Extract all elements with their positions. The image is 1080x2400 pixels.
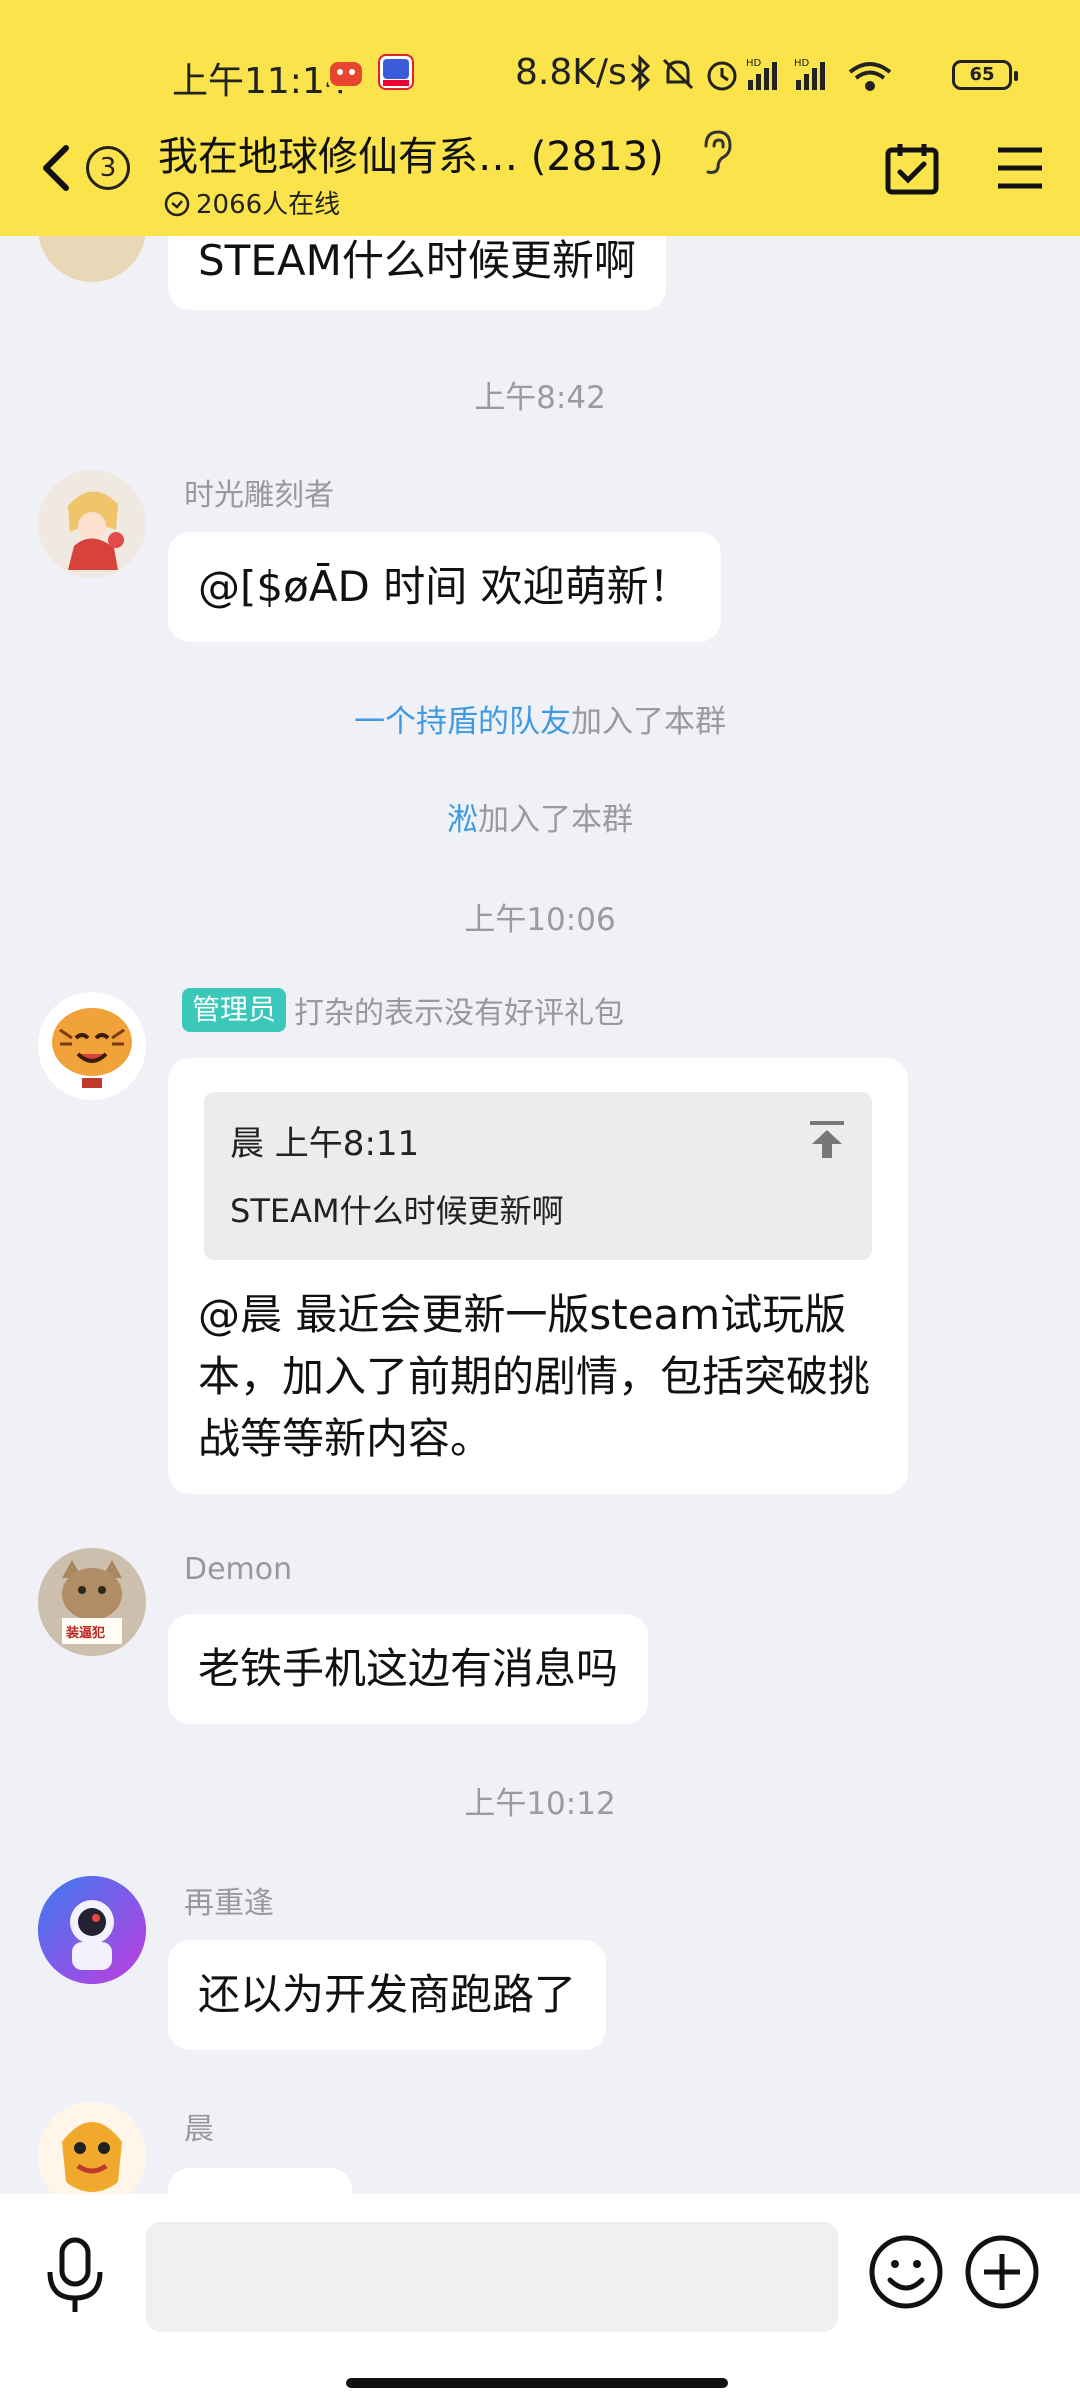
hd-signal-icon: HD (794, 58, 825, 90)
quoted-message[interactable]: 晨 上午8:11 STEAM什么时候更新啊 (204, 1092, 872, 1260)
hd-signal-icon: HD (746, 58, 777, 90)
timestamp: 上午10:06 (464, 902, 616, 938)
emoji-icon[interactable] (868, 2234, 944, 2310)
alarm-icon (707, 61, 737, 91)
message-bubble[interactable]: @[$øĀD 时间 欢迎萌新！ (168, 532, 721, 642)
menu-icon[interactable] (996, 146, 1044, 190)
battery-icon: 65 (952, 60, 1018, 90)
sender-name: Demon (184, 1552, 293, 1587)
check-circle-icon (164, 191, 190, 217)
svg-text:HD: HD (746, 58, 762, 69)
chat-header: 上午11:14 8.8K/s HD HD 65 3 我在地球修仙有系… (281… (0, 0, 1080, 236)
ear-icon[interactable] (700, 128, 736, 176)
reply-text: @晨 最近会更新一版steam试玩版本，加入了前期的剧情，包括突破挑战等等新内容… (198, 1290, 871, 1463)
avatar-sign-text: 装逼犯 (66, 1626, 106, 1641)
avatar[interactable] (38, 992, 146, 1100)
chat-area[interactable]: STEAM什么时候更新啊 上午8:42 时光雕刻者 @[$øĀD 时间 欢迎萌新… (0, 236, 1080, 2194)
message-bubble[interactable] (168, 2168, 352, 2194)
reply-message-bubble[interactable]: 晨 上午8:11 STEAM什么时候更新啊 @晨 最近会更新一版steam试玩版… (168, 1058, 908, 1494)
avatar[interactable] (38, 470, 146, 578)
system-message: 淞加入了本群 (0, 794, 1080, 839)
jump-to-top-icon[interactable] (808, 1120, 846, 1160)
calendar-check-icon[interactable] (884, 140, 940, 196)
app-icon-red (328, 54, 364, 90)
sender-name: 晨 (184, 2112, 214, 2147)
avatar[interactable] (38, 236, 146, 282)
sender-name: 再重逢 (184, 1886, 274, 1921)
avatar[interactable] (38, 1876, 146, 1984)
admin-badge: 管理员 (182, 988, 287, 1032)
status-bar: 上午11:14 8.8K/s HD HD 65 (0, 52, 1080, 102)
home-indicator[interactable] (346, 2378, 728, 2388)
mute-icon (662, 58, 694, 90)
network-speed: 8.8K/s (515, 52, 627, 93)
online-count: 2066人在线 (196, 190, 341, 220)
system-message: 一个持盾的队友加入了本群 (0, 696, 1080, 741)
app-icon-blue (378, 54, 414, 90)
sender-name: 时光雕刻者 (184, 478, 334, 513)
timestamp: 上午10:12 (464, 1786, 616, 1822)
avatar[interactable]: 装逼犯 (38, 1548, 146, 1656)
message-bubble[interactable]: STEAM什么时候更新啊 (168, 236, 666, 310)
timestamp: 上午8:42 (474, 380, 606, 416)
member-link[interactable]: 一个持盾的队友 (354, 704, 571, 740)
sender-name: 打杂的表示没有好评礼包 (294, 996, 625, 1031)
member-link[interactable]: 淞 (447, 802, 478, 838)
chevron-left-icon (43, 145, 69, 191)
back-button[interactable]: 3 (38, 140, 158, 200)
status-icons: HD HD (630, 54, 892, 92)
microphone-icon[interactable] (42, 2236, 108, 2316)
message-input[interactable] (146, 2222, 838, 2332)
status-time: 上午11:14 (172, 61, 348, 102)
quote-header: 晨 上午8:11 (230, 1124, 420, 1164)
avatar[interactable] (38, 2102, 146, 2194)
message-bubble[interactable]: 还以为开发商跑路了 (168, 1940, 607, 2050)
unread-count-badge: 3 (86, 146, 130, 190)
system-text: 加入了本群 (478, 802, 633, 838)
message-bubble[interactable]: 老铁手机这边有消息吗 (168, 1614, 649, 1724)
bluetooth-icon (630, 54, 651, 92)
plus-icon[interactable] (964, 2234, 1040, 2310)
input-bar (0, 2194, 1080, 2400)
svg-text:HD: HD (794, 58, 810, 69)
sender-line: 管理员 打杂的表示没有好评礼包 (182, 988, 624, 1032)
wifi-icon (848, 62, 892, 91)
quote-text: STEAM什么时候更新啊 (230, 1192, 564, 1230)
online-status: 2066人在线 (164, 184, 340, 221)
group-title[interactable]: 我在地球修仙有系… (2813) (158, 124, 664, 182)
system-text: 加入了本群 (571, 704, 726, 740)
